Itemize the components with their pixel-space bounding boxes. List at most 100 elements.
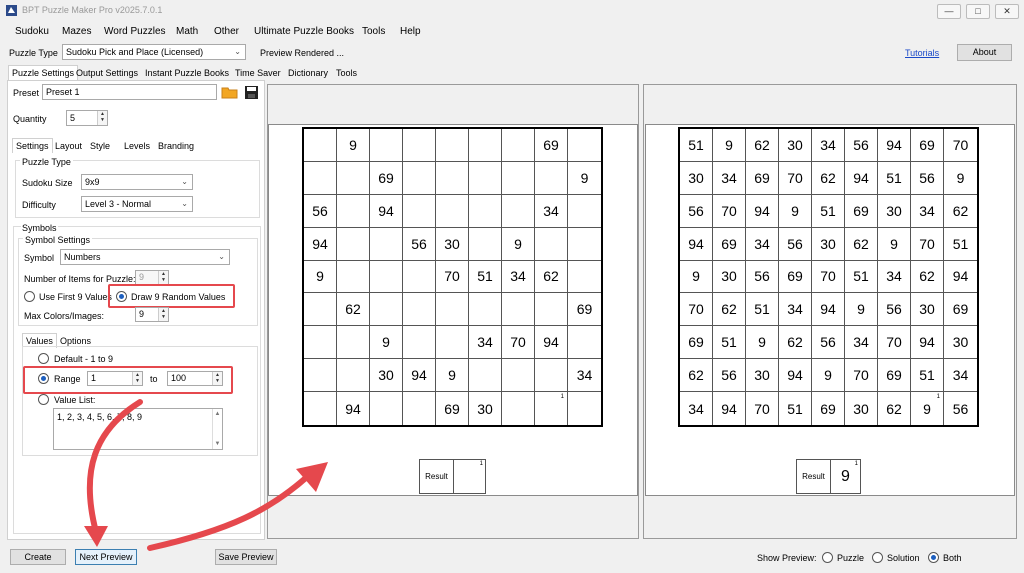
menu-tools[interactable]: Tools [362, 26, 385, 37]
cell-value: 9 [382, 334, 390, 351]
default-values-radio[interactable] [38, 353, 49, 364]
scrollbar[interactable]: ▲ ▼ [212, 409, 222, 449]
cell-value: 34 [688, 400, 704, 417]
grid-cell [469, 161, 502, 195]
cell-value: 9 [316, 268, 324, 285]
tab-style[interactable]: Style [87, 139, 113, 153]
tab-time-saver[interactable]: Time Saver [232, 66, 284, 80]
result-number: 9 [841, 467, 850, 485]
stepper-arrows-icon[interactable]: ▲ ▼ [97, 111, 107, 125]
create-button[interactable]: Create [10, 549, 66, 565]
next-preview-button[interactable]: Next Preview [75, 549, 137, 565]
show-puzzle-label[interactable]: Puzzle [837, 553, 864, 563]
draw-random-values-label[interactable]: Draw 9 Random Values [131, 292, 225, 302]
tab-tools[interactable]: Tools [333, 66, 360, 80]
menu-mazes[interactable]: Mazes [62, 26, 91, 37]
menu-help[interactable]: Help [400, 26, 421, 37]
puzzle-type-select[interactable]: Sudoku Pick and Place (Licensed) ⌄ [62, 44, 246, 60]
tab-puzzle-settings[interactable]: Puzzle Settings [8, 65, 79, 80]
difficulty-select[interactable]: Level 3 - Normal ⌄ [81, 196, 193, 212]
chevron-down-icon: ⌄ [234, 47, 241, 56]
folder-icon[interactable] [221, 85, 239, 100]
range-from-value: 1 [91, 373, 97, 383]
cell-value: 62 [345, 301, 361, 318]
sudoku-size-select[interactable]: 9x9 ⌄ [81, 174, 193, 190]
menu-math[interactable]: Math [176, 26, 198, 37]
grid-cell: 51 [845, 260, 878, 294]
quantity-stepper[interactable]: 5 ▲ ▼ [66, 110, 108, 126]
show-solution-radio[interactable] [872, 552, 883, 563]
grid-cell: 56 [746, 260, 779, 294]
cell-value: 56 [853, 136, 869, 153]
tab-output-settings[interactable]: Output Settings [73, 66, 141, 80]
cell-value: 51 [754, 301, 770, 318]
about-button[interactable]: About [957, 44, 1012, 61]
cell-value: 34 [477, 334, 493, 351]
cell-value: 56 [312, 202, 328, 219]
range-from-stepper[interactable]: 1 ▲ ▼ [87, 371, 143, 386]
close-button[interactable]: ✕ [995, 4, 1019, 19]
grid-cell [403, 392, 436, 425]
show-preview-label: Show Preview: [757, 553, 817, 563]
use-first-values-label[interactable]: Use First 9 Values [39, 292, 112, 302]
value-list-textarea[interactable]: 1, 2, 3, 4, 5, 6, 7, 8, 9 ▲ ▼ [53, 408, 223, 450]
cell-value: 30 [952, 334, 969, 351]
grid-cell: 51 [779, 392, 812, 425]
tutorials-link[interactable]: Tutorials [905, 48, 939, 58]
default-values-label[interactable]: Default - 1 to 9 [54, 354, 113, 364]
value-list-radio[interactable] [38, 394, 49, 405]
show-puzzle-radio[interactable] [822, 552, 833, 563]
cell-value: 9 [890, 235, 898, 252]
grid-cell: 51 [944, 228, 977, 261]
value-list-label[interactable]: Value List: [54, 395, 95, 405]
tab-levels[interactable]: Levels [121, 139, 153, 153]
show-both-radio[interactable] [928, 552, 939, 563]
grid-cell: 51 [911, 359, 944, 393]
grid-cell: 94 [944, 261, 977, 294]
draw-random-values-radio[interactable] [116, 291, 127, 302]
menu-sudoku[interactable]: Sudoku [15, 26, 49, 37]
minimize-button[interactable]: — [937, 4, 961, 19]
save-icon[interactable] [244, 85, 259, 100]
grid-cell: 94 [304, 227, 337, 261]
stepper-arrows-icon[interactable]: ▲ ▼ [132, 372, 142, 385]
maximize-button[interactable]: □ [966, 4, 990, 19]
grid-cell: 70 [436, 260, 469, 294]
show-solution-label[interactable]: Solution [887, 553, 920, 563]
use-first-values-radio[interactable] [24, 291, 35, 302]
tab-branding[interactable]: Branding [155, 139, 197, 153]
result-label: Result [797, 460, 831, 493]
cell-value: 69 [952, 301, 969, 318]
preset-input[interactable]: Preset 1 [42, 84, 217, 100]
grid-cell: 9 [878, 227, 911, 261]
stepper-arrows-icon[interactable]: ▲ ▼ [212, 372, 222, 385]
symbols-group-title: Symbols [21, 223, 58, 233]
tab-dictionary[interactable]: Dictionary [285, 66, 331, 80]
tab-settings[interactable]: Settings [12, 138, 53, 153]
grid-cell: 9 [436, 359, 469, 393]
puzzle-type-label: Puzzle Type [9, 48, 58, 58]
menu-word-puzzles[interactable]: Word Puzzles [104, 26, 166, 37]
grid-cell [304, 359, 337, 393]
cell-value: 70 [754, 400, 770, 417]
cell-value: 94 [312, 235, 328, 252]
stepper-arrows-icon[interactable]: ▲ ▼ [158, 308, 168, 321]
save-preview-button[interactable]: Save Preview [215, 549, 277, 565]
grid-cell: 51 [812, 194, 845, 228]
max-colors-stepper[interactable]: 9 ▲ ▼ [135, 307, 169, 322]
show-both-label[interactable]: Both [943, 553, 962, 563]
range-to-stepper[interactable]: 100 ▲ ▼ [167, 371, 223, 386]
cell-value: 94 [411, 367, 427, 384]
cell-value: 69 [754, 169, 770, 186]
tab-instant-puzzle-books[interactable]: Instant Puzzle Books [142, 66, 232, 80]
symbol-select[interactable]: Numbers ⌄ [60, 249, 230, 265]
app-logo-icon [6, 5, 17, 16]
grid-cell: 9 [337, 129, 370, 162]
menu-other[interactable]: Other [214, 26, 239, 37]
range-label[interactable]: Range [54, 374, 81, 384]
menu-ultimate-puzzle-books[interactable]: Ultimate Puzzle Books [254, 26, 354, 37]
grid-cell: 34 [845, 326, 878, 360]
grid-cell: 56 [713, 359, 746, 393]
tab-layout[interactable]: Layout [52, 139, 85, 153]
range-radio[interactable] [38, 373, 49, 384]
